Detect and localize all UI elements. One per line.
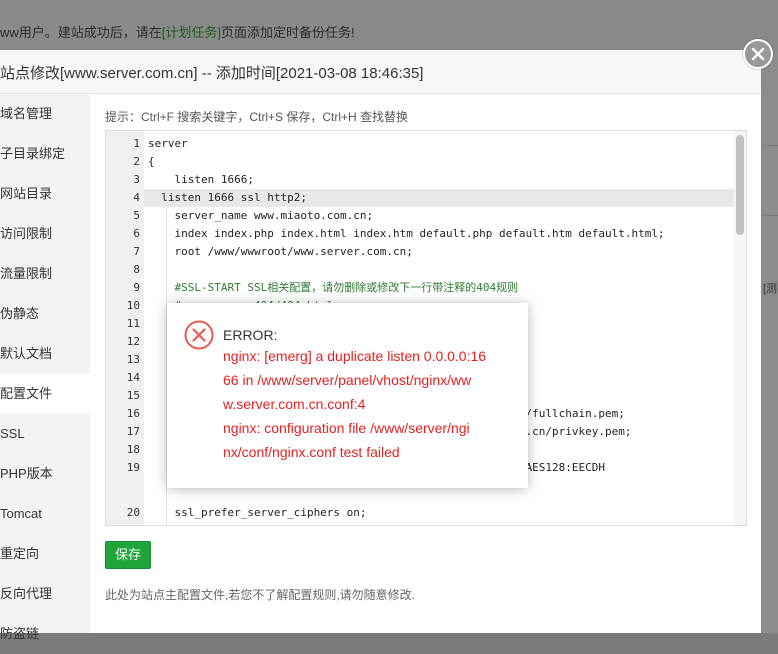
line-number: 6 [133,227,140,240]
close-button[interactable] [743,39,773,69]
line-number: 16 [126,407,140,420]
code-line: ssl_session_cache shared:SSL:10m; [148,522,393,525]
sidebar-item[interactable]: 配置文件 [0,374,90,414]
sidebar-item[interactable]: 子目录绑定 [0,134,90,174]
line-number: 19 [126,461,140,474]
background-note: ww用户。建站成功后，请在[计划任务]页面添加定时备份任务! [0,22,355,41]
line-number-gutter: 123456789101112131415161718192021 [106,131,144,525]
code-line: listen 1666 ssl http2; [144,189,734,207]
line-number: 18 [126,443,140,456]
line-number: 1 [133,137,140,150]
error-icon [184,320,214,350]
error-message-line: 66 in /www/server/panel/vhost/nginx/ww [223,372,472,388]
line-number: 9 [133,281,140,294]
background-divider [761,145,778,146]
background-divider [761,215,778,216]
sidebar-item[interactable]: 反向代理 [0,574,90,614]
line-number: 5 [133,209,140,222]
code-line: server_name www.miaoto.com.cn; [148,209,374,222]
editor-scrollbar-thumb[interactable] [736,135,744,235]
code-line: root /www/wwwroot/www.server.com.cn; [148,245,413,258]
sidebar-item[interactable]: SSL [0,414,90,454]
sidebar-item[interactable]: 伪静态 [0,294,90,334]
save-button[interactable]: 保存 [105,541,151,569]
background-edge-text: [测 [763,283,778,295]
code-line: ssl_prefer_server_ciphers on; [148,506,367,519]
line-number: 21 [106,522,140,525]
error-dialog: ERROR: nginx: [emerg] a duplicate listen… [167,303,528,488]
sidebar-item[interactable]: 流量限制 [0,254,90,294]
config-footnote: 此处为站点主配置文件,若您不了解配置规则,请勿随意修改. [105,588,416,602]
code-line: server [148,137,188,150]
code-line: index index.php index.html index.htm def… [148,227,665,240]
line-number: 12 [126,335,140,348]
editor-hint: 提示：Ctrl+F 搜索关键字，Ctrl+S 保存，Ctrl+H 查找替换 [105,110,409,124]
line-number: 4 [133,191,140,204]
line-number: 17 [126,425,140,438]
sidebar-item[interactable]: 访问限制 [0,214,90,254]
close-icon [751,47,765,61]
line-number: 3 [133,173,140,186]
line-number: 13 [126,353,140,366]
dialog-title: 站点修改[www.server.com.cn] -- 添加时间[2021-03-… [0,65,424,82]
sidebar-item[interactable]: 重定向 [0,534,90,574]
editor-scrollbar[interactable] [734,131,746,525]
line-number: 20 [126,506,140,519]
error-title: ERROR: [223,327,278,343]
background-note-link: [计划任务] [161,25,222,40]
background-header: ww用户。建站成功后，请在[计划任务]页面添加定时备份任务! [0,0,778,50]
error-message-line: nginx: [emerg] a duplicate listen 0.0.0.… [223,348,487,364]
line-number: 10 [126,299,140,312]
line-number: 15 [126,389,140,402]
code-line: { [148,155,155,168]
code-line: listen 1666; [148,173,254,186]
background-note-prefix: ww用户。建站成功后，请在 [0,25,162,40]
sidebar-item[interactable]: 默认文档 [0,334,90,374]
error-message-line: nginx: configuration file /www/server/ng… [223,420,470,436]
code-line: #SSL-START SSL相关配置，请勿删除或修改下一行带注释的404规则 [148,281,519,294]
dialog-sidebar: 域名管理 子目录绑定 网站目录 访问限制 流量限制 伪静态 默认文档 配置文件 SSL PHP版本… [0,94,90,641]
sidebar-item[interactable]: 域名管理 [0,94,90,134]
background-right-edge: [测 [761,50,778,633]
line-number: 2 [133,155,140,168]
dialog-header: 站点修改[www.server.com.cn] -- 添加时间[2021-03-… [0,50,761,94]
sidebar-item[interactable]: PHP版本 [0,454,90,494]
sidebar-item[interactable]: 网站目录 [0,174,90,214]
error-message-line: nx/conf/nginx.conf test failed [223,444,400,460]
background-note-suffix: 页面添加定时备份任务! [221,25,355,40]
sidebar-item[interactable]: Tomcat [0,494,90,534]
sidebar-item[interactable]: 防盗链 [0,614,90,654]
error-message-line: w.server.com.cn.conf:4 [223,396,366,412]
line-number: 7 [133,245,140,258]
line-number: 14 [126,371,140,384]
line-number: 11 [126,317,140,330]
line-number: 8 [133,263,140,276]
